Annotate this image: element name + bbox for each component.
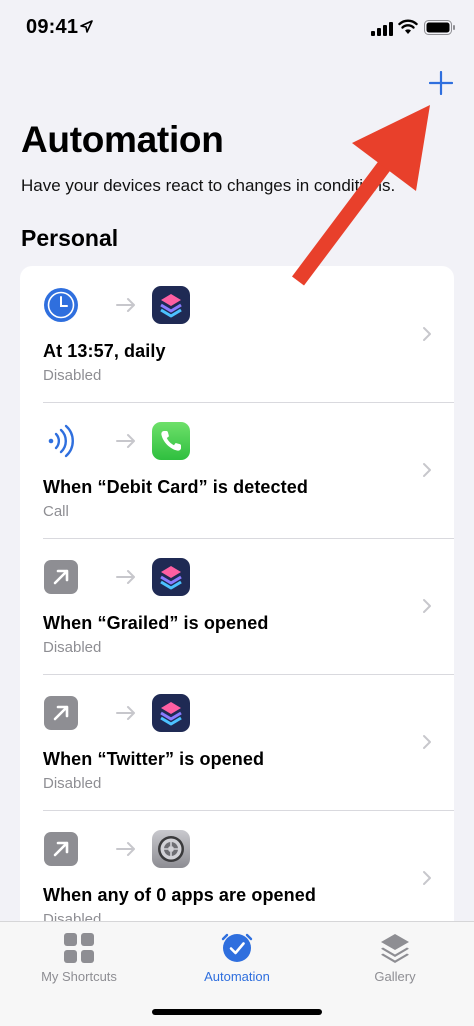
automation-status: Disabled [43, 775, 102, 792]
automation-status: Disabled [43, 367, 102, 384]
tab-label: Automation [204, 969, 270, 984]
arrow-right-icon [116, 842, 135, 856]
phone-app-icon [152, 422, 190, 460]
automation-title: When “Debit Card” is detected [43, 477, 308, 497]
tab-label: Gallery [374, 969, 416, 984]
tab-my-shortcuts[interactable]: My Shortcuts [0, 932, 158, 992]
tab-gallery[interactable]: Gallery [316, 932, 474, 992]
arrow-right-icon [116, 570, 135, 584]
app-open-icon [44, 696, 78, 730]
section-title: Personal [21, 225, 119, 251]
battery-icon [424, 20, 455, 35]
tab-automation[interactable]: Automation [158, 932, 316, 992]
automation-row[interactable]: When “Grailed” is opened Disabled [20, 538, 454, 674]
row-icons [42, 830, 202, 868]
shortcuts-app-icon [152, 558, 190, 596]
row-icons [42, 558, 202, 596]
location-arrow-icon [80, 20, 93, 33]
automation-title: When “Twitter” is opened [43, 749, 265, 769]
arrow-right-icon [116, 706, 135, 720]
automation-row[interactable]: When “Twitter” is opened Disabled [20, 674, 454, 810]
grid-icon [64, 933, 94, 963]
arrow-right-icon [116, 434, 135, 448]
chevron-right-icon [423, 599, 431, 613]
automation-title: At 13:57, daily [43, 341, 166, 361]
settings-app-icon [152, 830, 190, 868]
layers-icon [381, 934, 409, 963]
app-open-icon [44, 560, 78, 594]
tab-label: My Shortcuts [41, 969, 117, 984]
plus-icon [429, 71, 453, 95]
chevron-right-icon [423, 327, 431, 341]
home-indicator [152, 1009, 322, 1015]
row-icons [42, 694, 202, 732]
annotation-arrow-icon [292, 105, 430, 286]
status-time: 09:41 [26, 16, 79, 38]
chevron-right-icon [423, 735, 431, 749]
shortcuts-app-icon [152, 694, 190, 732]
wifi-icon [398, 19, 418, 34]
page-title: Automation [21, 119, 224, 160]
cellular-signal-icon [371, 22, 393, 36]
automation-list: At 13:57, daily Disabled When “Debit Car… [20, 266, 454, 966]
arrow-right-icon [116, 298, 135, 312]
clock-icon [44, 288, 78, 322]
nfc-icon [48, 424, 74, 458]
shortcuts-app-icon [152, 286, 190, 324]
automation-status: Disabled [43, 639, 102, 656]
automation-row[interactable]: When “Debit Card” is detected Call [20, 402, 454, 538]
chevron-right-icon [423, 463, 431, 477]
row-icons [42, 422, 202, 460]
automation-title: When any of 0 apps are opened [43, 885, 316, 905]
chevron-right-icon [423, 871, 431, 885]
app-open-icon [44, 832, 78, 866]
check-clock-icon [221, 933, 253, 962]
automation-status: Call [43, 503, 69, 520]
automation-title: When “Grailed” is opened [43, 613, 269, 633]
status-bar: 09:41 [0, 0, 474, 56]
row-icons [42, 286, 202, 324]
